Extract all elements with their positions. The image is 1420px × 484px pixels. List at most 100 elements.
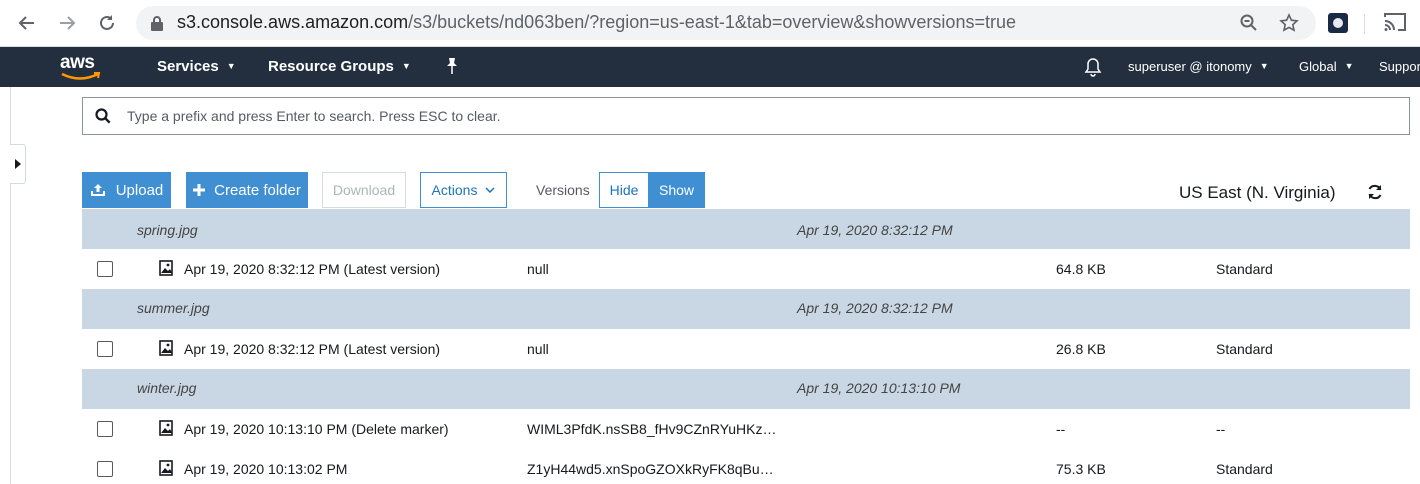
object-size: -- bbox=[1056, 421, 1066, 437]
chevron-down-icon bbox=[485, 187, 495, 193]
pin-button[interactable] bbox=[445, 57, 459, 79]
url-text[interactable]: s3.console.aws.amazon.com/s3/buckets/nd0… bbox=[177, 12, 1016, 33]
version-id: null bbox=[527, 341, 549, 357]
services-menu[interactable]: Services ▼ bbox=[157, 58, 236, 75]
version-row: Apr 19, 2020 10:13:10 PM (Delete marker)… bbox=[82, 409, 1410, 449]
row-checkbox[interactable] bbox=[97, 261, 113, 277]
bucket-region: US East (N. Virginia) bbox=[1179, 183, 1336, 202]
image-file-icon bbox=[159, 460, 173, 476]
object-date: Apr 19, 2020 10:13:10 PM bbox=[797, 380, 961, 396]
zoom-button[interactable] bbox=[1236, 10, 1262, 36]
aws-smile-icon bbox=[61, 72, 101, 80]
upload-icon bbox=[90, 184, 105, 196]
back-arrow-icon bbox=[18, 16, 34, 30]
chevron-down-icon: ▼ bbox=[1259, 61, 1269, 71]
upload-label: Upload bbox=[115, 181, 164, 199]
create-folder-button[interactable]: Create folder bbox=[186, 172, 308, 208]
storage-class: Standard bbox=[1216, 341, 1273, 357]
object-date: Apr 19, 2020 8:32:12 PM bbox=[797, 222, 953, 238]
object-name[interactable]: summer.jpg bbox=[137, 300, 210, 316]
region-menu[interactable]: Global ▼ bbox=[1299, 59, 1354, 74]
storage-class: Standard bbox=[1216, 461, 1273, 477]
actions-label: Actions bbox=[431, 182, 478, 198]
resource-groups-menu[interactable]: Resource Groups ▼ bbox=[268, 58, 411, 75]
chevron-down-icon: ▼ bbox=[1344, 61, 1354, 71]
version-id: Z1yH44wd5.xnSpoGZOXkRyFK8qBu… bbox=[527, 461, 774, 477]
bell-icon bbox=[1084, 58, 1102, 77]
versions-hide-toggle[interactable]: Hide bbox=[599, 172, 649, 208]
caret-right-icon bbox=[14, 159, 21, 169]
cast-icon[interactable] bbox=[1383, 11, 1407, 33]
forward-button[interactable] bbox=[52, 8, 82, 38]
storage-class: Standard bbox=[1216, 261, 1273, 277]
region-label: Global bbox=[1299, 59, 1337, 74]
version-id: null bbox=[527, 261, 549, 277]
support-label: Support bbox=[1379, 59, 1420, 74]
image-file-icon bbox=[159, 340, 173, 356]
support-menu[interactable]: Support bbox=[1379, 59, 1420, 74]
object-size: 26.8 KB bbox=[1056, 341, 1106, 357]
aws-logo[interactable]: aws bbox=[60, 52, 104, 82]
version-label[interactable]: Apr 19, 2020 8:32:12 PM (Latest version) bbox=[184, 261, 440, 277]
bookmark-button[interactable] bbox=[1276, 10, 1302, 36]
magnifier-icon bbox=[1240, 14, 1257, 31]
object-name[interactable]: spring.jpg bbox=[137, 222, 198, 238]
search-input[interactable] bbox=[127, 106, 1377, 126]
aws-console-navbar: aws Services ▼ Resource Groups ▼ superuser… bbox=[0, 47, 1420, 87]
url-host: s3.console.aws.amazon.com bbox=[177, 12, 409, 32]
storage-class: -- bbox=[1216, 421, 1226, 437]
version-label[interactable]: Apr 19, 2020 8:32:12 PM (Latest version) bbox=[184, 341, 440, 357]
row-checkbox[interactable] bbox=[97, 341, 113, 357]
forward-arrow-icon bbox=[60, 16, 76, 30]
lock-icon bbox=[151, 16, 163, 31]
download-button[interactable]: Download bbox=[322, 172, 406, 208]
reload-button[interactable] bbox=[92, 8, 122, 38]
back-button[interactable] bbox=[12, 8, 42, 38]
object-date: Apr 19, 2020 8:32:12 PM bbox=[797, 300, 953, 316]
version-id: WIML3PfdK.nsSB8_fHv9CZnRYuHKz… bbox=[527, 421, 777, 437]
chevron-down-icon: ▼ bbox=[226, 61, 236, 71]
create-folder-label: Create folder bbox=[214, 181, 301, 199]
row-checkbox[interactable] bbox=[97, 421, 113, 437]
show-label: Show bbox=[658, 182, 695, 198]
refresh-icon[interactable] bbox=[1367, 184, 1383, 200]
reload-icon bbox=[100, 15, 114, 30]
star-icon bbox=[1279, 13, 1299, 32]
prefix-search bbox=[82, 97, 1410, 135]
image-file-icon bbox=[159, 260, 173, 276]
toolbar-divider bbox=[1364, 14, 1365, 34]
object-name[interactable]: winter.jpg bbox=[137, 380, 196, 396]
image-file-icon bbox=[159, 420, 173, 436]
version-row: Apr 19, 2020 10:13:02 PM Z1yH44wd5.xnSpo… bbox=[82, 449, 1410, 484]
versions-show-toggle[interactable]: Show bbox=[648, 172, 705, 208]
object-group-row: summer.jpg Apr 19, 2020 8:32:12 PM bbox=[82, 289, 1410, 329]
object-size: 64.8 KB bbox=[1056, 261, 1106, 277]
pin-icon bbox=[447, 58, 457, 74]
search-icon bbox=[95, 108, 111, 124]
services-label: Services bbox=[157, 58, 219, 75]
notifications-button[interactable] bbox=[1084, 57, 1102, 81]
resource-groups-label: Resource Groups bbox=[268, 58, 394, 75]
versions-label: Versions bbox=[536, 182, 590, 198]
version-row: Apr 19, 2020 8:32:12 PM (Latest version)… bbox=[82, 249, 1410, 289]
chevron-down-icon: ▼ bbox=[401, 61, 411, 71]
user-label: superuser @ itonomy bbox=[1128, 59, 1252, 74]
upload-button[interactable]: Upload bbox=[82, 172, 171, 208]
version-row: Apr 19, 2020 8:32:12 PM (Latest version)… bbox=[82, 329, 1410, 369]
row-checkbox[interactable] bbox=[97, 461, 113, 477]
object-size: 75.3 KB bbox=[1056, 461, 1106, 477]
hide-label: Hide bbox=[609, 182, 639, 198]
extension-icon[interactable] bbox=[1328, 13, 1348, 33]
sidebar-toggle[interactable] bbox=[10, 144, 26, 184]
version-label[interactable]: Apr 19, 2020 10:13:02 PM bbox=[184, 461, 347, 477]
download-label: Download bbox=[332, 182, 396, 198]
url-path: /s3/buckets/nd063ben/?region=us-east-1&t… bbox=[408, 12, 1016, 32]
plus-icon bbox=[193, 184, 206, 196]
actions-dropdown[interactable]: Actions bbox=[420, 172, 507, 208]
user-menu[interactable]: superuser @ itonomy ▼ bbox=[1128, 59, 1269, 74]
object-group-row: spring.jpg Apr 19, 2020 8:32:12 PM bbox=[82, 209, 1410, 249]
version-label[interactable]: Apr 19, 2020 10:13:10 PM (Delete marker) bbox=[184, 421, 449, 437]
object-group-row: winter.jpg Apr 19, 2020 10:13:10 PM bbox=[82, 369, 1410, 409]
aws-logo-text: aws bbox=[60, 52, 95, 73]
browser-toolbar: s3.console.aws.amazon.com/s3/buckets/nd0… bbox=[0, 0, 1420, 47]
